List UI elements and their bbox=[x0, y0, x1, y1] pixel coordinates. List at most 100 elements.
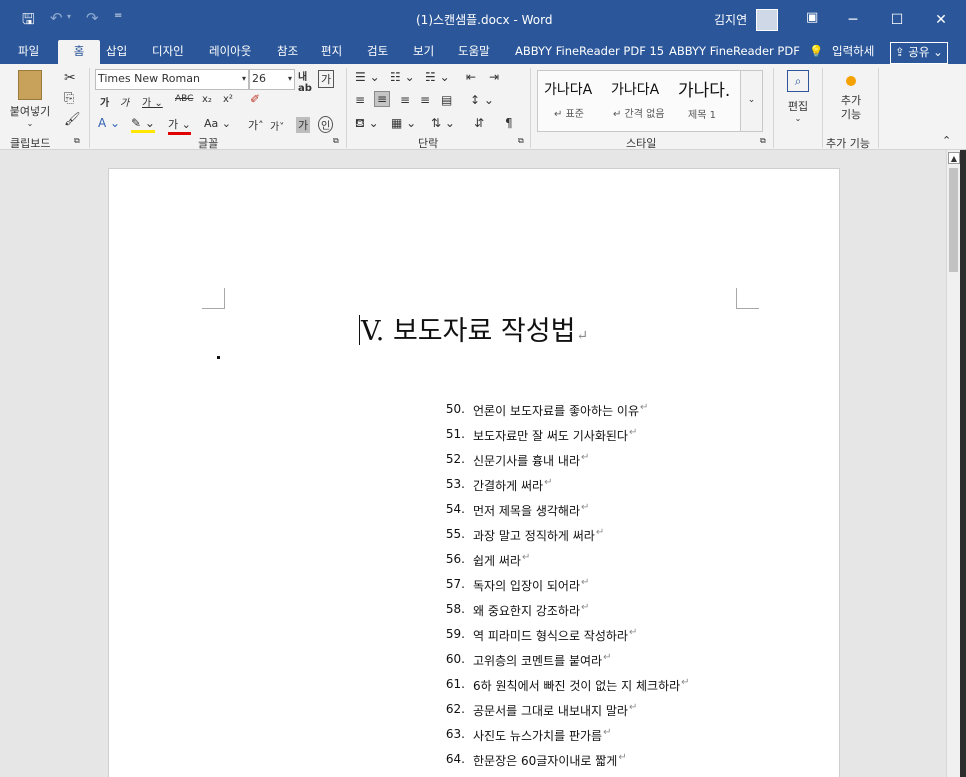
clipboard-launcher-icon[interactable]: ⧉ bbox=[74, 136, 80, 146]
line-spacing-icon[interactable]: ↕ ⌄ bbox=[470, 93, 494, 107]
bullets-icon[interactable]: ☰ ⌄ bbox=[355, 70, 380, 84]
list-item[interactable]: 59. 역 피라미드 형식으로 작성하라 ↵ bbox=[432, 627, 690, 652]
undo-dropdown-icon[interactable]: ▾ bbox=[67, 12, 71, 21]
collapse-ribbon-icon[interactable]: ⌃ bbox=[942, 134, 951, 147]
justify-icon[interactable]: ≡ bbox=[420, 93, 430, 107]
save-icon[interactable]: 🖫 bbox=[22, 9, 35, 34]
superscript-icon[interactable]: x² bbox=[223, 94, 233, 105]
subscript-icon[interactable]: x₂ bbox=[202, 94, 212, 105]
styles-more-button[interactable]: ⌄ bbox=[740, 70, 763, 132]
italic-icon[interactable]: 가 bbox=[120, 94, 129, 109]
style-heading-1[interactable]: 가나다. 제목 1 bbox=[678, 76, 738, 121]
format-painter-icon[interactable]: 🖌 bbox=[64, 112, 81, 127]
tab-layout[interactable]: 레이아웃 bbox=[205, 40, 255, 64]
document-heading[interactable]: V. 보도자료 작성법↵ bbox=[359, 309, 588, 348]
redo-icon[interactable]: ↷ bbox=[86, 9, 99, 27]
shrink-font-icon[interactable]: 가˅ bbox=[270, 118, 284, 133]
tab-insert[interactable]: 삽입 bbox=[102, 40, 131, 64]
tell-me-search[interactable]: 입력하세 bbox=[828, 40, 878, 64]
copy-icon[interactable]: ⎘ bbox=[64, 91, 74, 106]
minimize-button[interactable]: ─ bbox=[830, 0, 876, 40]
tab-review[interactable]: 검토 bbox=[363, 40, 392, 64]
scroll-thumb[interactable] bbox=[949, 168, 958, 272]
list-item[interactable]: 50. 언론이 보도자료를 좋아하는 이유 ↵ bbox=[432, 402, 690, 427]
list-item[interactable]: 54. 먼저 제목을 생각해라 ↵ bbox=[432, 502, 690, 527]
show-marks-icon[interactable]: ¶ bbox=[505, 116, 513, 130]
undo-icon[interactable]: ↶ bbox=[50, 9, 63, 27]
enclose-characters-icon[interactable]: 인 bbox=[318, 116, 334, 133]
tab-abbyy[interactable]: ABBYY FineReader PDF bbox=[665, 40, 804, 64]
tab-references[interactable]: 참조 bbox=[273, 40, 302, 64]
list-item[interactable]: 51. 보도자료만 잘 써도 기사화된다 ↵ bbox=[432, 427, 690, 452]
font-name-box[interactable]: Times New Roman ▾ bbox=[95, 69, 249, 90]
document-heading-text: V. 보도자료 작성법 bbox=[361, 316, 576, 347]
scroll-up-arrow[interactable]: ▲ bbox=[948, 152, 960, 164]
tab-design[interactable]: 디자인 bbox=[148, 40, 188, 64]
document-page[interactable]: V. 보도자료 작성법↵ 50. 언론이 보도자료를 좋아하는 이유 ↵ 51. 보도자… bbox=[108, 168, 840, 777]
bold-icon[interactable]: 가 bbox=[100, 94, 109, 109]
close-button[interactable]: ✕ bbox=[918, 0, 964, 40]
grow-font-icon[interactable]: 가˄ bbox=[248, 117, 264, 133]
styles-launcher-icon[interactable]: ⧉ bbox=[760, 136, 766, 146]
tab-mailings[interactable]: 편지 bbox=[317, 40, 346, 64]
borders-icon[interactable]: ▦ ⌄ bbox=[391, 116, 416, 130]
highlight-color-icon[interactable]: ✎ ⌄ bbox=[131, 116, 155, 133]
list-item[interactable]: 52. 신문기사를 흉내 내라 ↵ bbox=[432, 452, 690, 477]
asian-layout-icon[interactable]: ⇵ bbox=[474, 116, 484, 130]
tab-file[interactable]: 파일 bbox=[14, 40, 43, 64]
increase-indent-icon[interactable]: ⇥ bbox=[489, 70, 499, 84]
decrease-indent-icon[interactable]: ⇤ bbox=[466, 70, 476, 84]
align-right-icon[interactable]: ≡ bbox=[400, 93, 410, 107]
editing-button[interactable]: ⌕ 편집 ⌄ bbox=[780, 70, 816, 123]
ribbon-display-options-icon[interactable]: ▣ bbox=[806, 10, 818, 25]
text-effects-icon[interactable]: A ⌄ bbox=[98, 116, 120, 130]
list-item[interactable]: 63. 사진도 뉴스가치를 판가름 ↵ bbox=[432, 727, 690, 752]
addins-button[interactable]: 추가 기능 bbox=[828, 72, 874, 122]
multilevel-list-icon[interactable]: ☵ ⌄ bbox=[425, 70, 450, 84]
list-item[interactable]: 61. 6하 원칙에서 빠진 것이 없는 지 체크하라 ↵ bbox=[432, 677, 690, 702]
addins-icon bbox=[846, 76, 856, 86]
list-item[interactable]: 53. 간결하게 써라 ↵ bbox=[432, 477, 690, 502]
sort-icon[interactable]: ⇅ ⌄ bbox=[431, 116, 455, 130]
list-item-number: 58. bbox=[445, 602, 465, 616]
tab-abbyy-15[interactable]: ABBYY FineReader PDF 15 bbox=[511, 40, 668, 64]
list-item[interactable]: 57. 독자의 입장이 되어라 ↵ bbox=[432, 577, 690, 602]
avatar[interactable] bbox=[756, 9, 778, 31]
share-button[interactable]: ⇪ 공유 ⌄ bbox=[890, 42, 948, 64]
user-name[interactable]: 김지연 bbox=[714, 11, 747, 28]
customize-quick-access-icon[interactable]: = bbox=[114, 10, 122, 21]
vertical-scrollbar[interactable]: ▲ bbox=[946, 150, 960, 777]
maximize-button[interactable]: ☐ bbox=[874, 0, 920, 40]
lightbulb-icon[interactable]: 💡 bbox=[805, 40, 827, 64]
tab-home[interactable]: 홈 bbox=[58, 40, 100, 64]
list-item[interactable]: 60. 고위층의 코멘트를 붙여라 ↵ bbox=[432, 652, 690, 677]
tab-view[interactable]: 보기 bbox=[409, 40, 438, 64]
list-item[interactable]: 64. 한문장은 60글자이내로 짧게 ↵ bbox=[432, 752, 690, 777]
paste-button[interactable]: 붙여넣기 ⌄ bbox=[8, 68, 52, 128]
align-left-icon[interactable]: ≡ bbox=[355, 93, 365, 107]
list-item[interactable]: 56. 쉽게 써라 ↵ bbox=[432, 552, 690, 577]
paragraph-launcher-icon[interactable]: ⧉ bbox=[518, 136, 524, 146]
clear-formatting-icon[interactable]: ✐ bbox=[250, 92, 260, 106]
tab-help[interactable]: 도움말 bbox=[454, 40, 494, 64]
font-color-icon[interactable]: 가 ⌄ bbox=[168, 116, 191, 135]
phonetic-guide-icon[interactable]: 내 ab bbox=[298, 68, 312, 94]
numbering-icon[interactable]: ☷ ⌄ bbox=[390, 70, 415, 84]
style-no-spacing[interactable]: 가나다A ↵ 간격 없음 bbox=[611, 79, 675, 120]
list-item[interactable]: 62. 공문서를 그대로 내보내지 말라 ↵ bbox=[432, 702, 690, 727]
chevron-down-icon: ▾ bbox=[287, 74, 292, 83]
list-item[interactable]: 55. 과장 말고 정직하게 써라 ↵ bbox=[432, 527, 690, 552]
change-case-icon[interactable]: Aa ⌄ bbox=[204, 117, 231, 130]
shading-icon[interactable]: ⛾ ⌄ bbox=[355, 116, 379, 132]
underline-icon[interactable]: 가 ⌄ bbox=[142, 94, 163, 109]
distributed-icon[interactable]: ▤ bbox=[441, 93, 452, 107]
strikethrough-icon[interactable]: ABC bbox=[175, 94, 193, 104]
character-border-icon[interactable]: 가 bbox=[318, 70, 335, 88]
character-shading-icon[interactable]: 가 bbox=[296, 117, 311, 133]
style-normal[interactable]: 가나다A ↵ 표준 bbox=[544, 79, 608, 120]
align-center-icon[interactable]: ≡ bbox=[374, 91, 391, 107]
list-item[interactable]: 58. 왜 중요한지 강조하라 ↵ bbox=[432, 602, 690, 627]
font-size-box[interactable]: 26 ▾ bbox=[249, 69, 295, 90]
font-launcher-icon[interactable]: ⧉ bbox=[333, 136, 339, 146]
cut-icon[interactable]: ✂ bbox=[64, 70, 76, 86]
